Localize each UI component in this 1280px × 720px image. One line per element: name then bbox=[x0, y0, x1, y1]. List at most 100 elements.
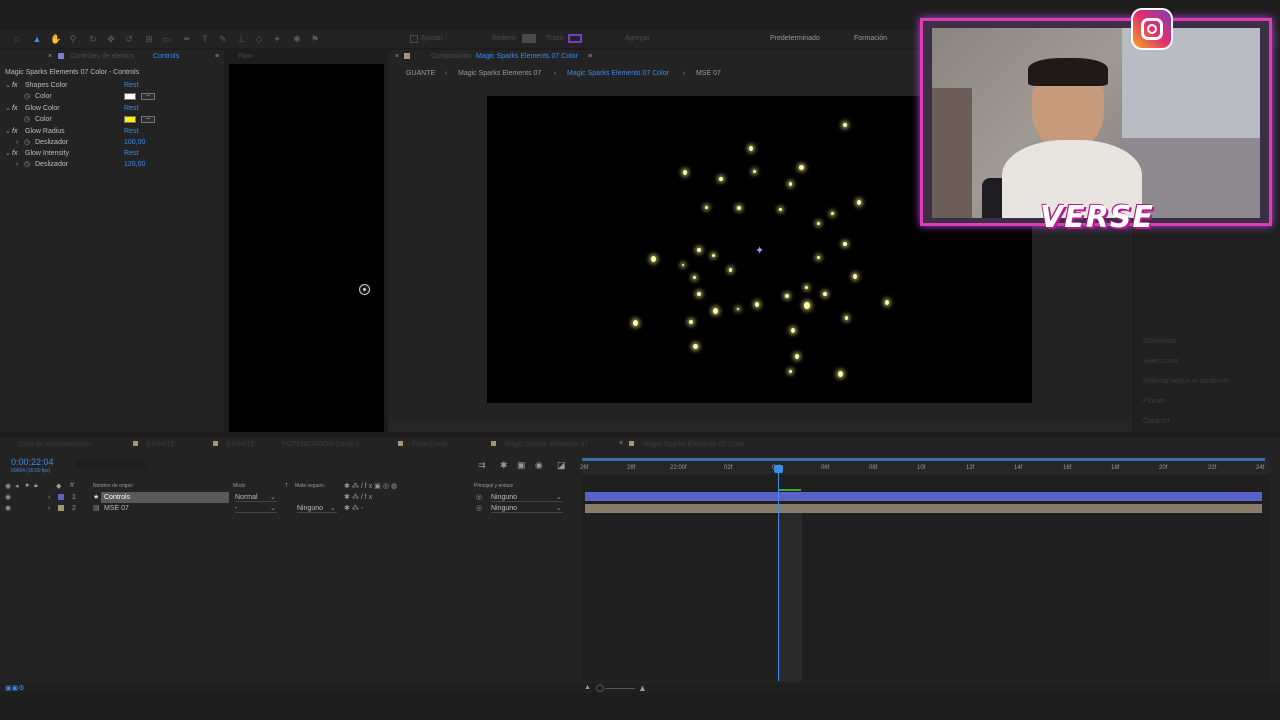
stopwatch-icon[interactable]: ◷ bbox=[24, 91, 30, 102]
timeline-tab[interactable]: Final Comp bbox=[412, 441, 448, 448]
reset-link[interactable]: Rest bbox=[124, 103, 138, 114]
puppet-tool-icon[interactable]: ✱ bbox=[292, 34, 302, 44]
character-panel-tab[interactable]: Carácter bbox=[1143, 418, 1170, 425]
camera-tool-icon[interactable]: ✥ bbox=[106, 34, 116, 44]
fill-swatch[interactable] bbox=[522, 34, 536, 43]
source-name-header[interactable]: Nombre de origen bbox=[93, 483, 133, 489]
label-tag-icon[interactable]: ◆ bbox=[56, 482, 61, 490]
pen-tool-icon[interactable]: ✒ bbox=[182, 34, 192, 44]
parent-dropdown[interactable]: Ninguno bbox=[491, 504, 563, 513]
expand-arrow-icon[interactable]: › bbox=[16, 137, 18, 148]
clone-tool-icon[interactable]: ⊥ bbox=[236, 34, 246, 44]
color-swatch-yellow[interactable] bbox=[124, 116, 136, 123]
disclosure-triangle-icon[interactable]: ⌄ bbox=[5, 80, 11, 91]
disclosure-triangle-icon[interactable]: ⌄ bbox=[5, 103, 11, 114]
timeline-tab[interactable]: POTENCIADOR Comp 1 bbox=[282, 441, 360, 448]
effect-row[interactable]: ⌄ fx Glow Color Rest bbox=[0, 103, 224, 114]
parent-dropdown[interactable]: Ninguno bbox=[491, 493, 563, 502]
solo-icon[interactable]: ● bbox=[25, 482, 29, 489]
pickwhip-icon[interactable]: ◎ bbox=[476, 503, 482, 514]
eraser-tool-icon[interactable]: ◇ bbox=[254, 34, 264, 44]
close-icon[interactable]: × bbox=[395, 53, 399, 60]
comp-panel-label[interactable]: Composición bbox=[431, 53, 471, 60]
expand-arrow-icon[interactable]: › bbox=[16, 159, 18, 170]
layer-label-color[interactable] bbox=[58, 505, 64, 511]
pan-behind-tool-icon[interactable]: ⊞ bbox=[144, 34, 154, 44]
playhead-line[interactable] bbox=[778, 468, 779, 681]
rotate-tool-icon[interactable]: ↻ bbox=[88, 34, 98, 44]
slider-value[interactable]: 100,00 bbox=[124, 137, 145, 148]
workspace-training-tab[interactable]: Formación bbox=[854, 35, 887, 42]
disclosure-triangle-icon[interactable]: ⌄ bbox=[5, 126, 11, 137]
fx-icon[interactable]: fx bbox=[12, 80, 17, 91]
stopwatch-icon[interactable]: ◷ bbox=[24, 159, 30, 170]
eyedropper-icon[interactable]: ⊸ bbox=[141, 116, 155, 123]
zoom-slider-track[interactable] bbox=[605, 688, 635, 689]
timeline-tab[interactable]: Magic Sparks Elements 07 bbox=[505, 441, 588, 448]
lock-icon[interactable]: 🔒︎ bbox=[34, 482, 38, 490]
paragraph-panel-tab[interactable]: Párrafo bbox=[1143, 398, 1166, 405]
audio-icon[interactable]: ◂ bbox=[15, 482, 19, 490]
color-swatch-white[interactable] bbox=[124, 93, 136, 100]
breadcrumb-item-active[interactable]: Magic Sparks Elements 07 Color bbox=[567, 70, 669, 77]
breadcrumb-item[interactable]: GUANTE bbox=[406, 70, 435, 77]
fx-icon[interactable]: fx bbox=[12, 148, 17, 159]
pickwhip-icon[interactable]: ◎ bbox=[476, 492, 482, 503]
current-time-display[interactable]: 0:00:22:04 bbox=[11, 457, 54, 467]
reset-link[interactable]: Rest bbox=[124, 126, 138, 137]
content-aware-fill-panel-tab[interactable]: Rellenar según el contenido bbox=[1143, 378, 1230, 385]
home-icon[interactable]: ⌂ bbox=[12, 34, 22, 44]
timeline-tab[interactable]: GUANTE bbox=[146, 441, 175, 448]
layer-switches[interactable]: ✱⁂/fx bbox=[344, 492, 374, 503]
roto-tool-icon[interactable]: ✦ bbox=[272, 34, 282, 44]
workspace-default-tab[interactable]: Predeterminado bbox=[770, 35, 820, 42]
zoom-tool-icon[interactable]: ⚲ bbox=[68, 34, 78, 44]
layer-switches[interactable]: ✱⁂- bbox=[344, 503, 365, 514]
eye-icon[interactable]: ◉ bbox=[5, 482, 11, 490]
layer-label-color[interactable] bbox=[58, 494, 64, 500]
anchor-point-icon[interactable]: ✦ bbox=[755, 244, 764, 257]
composition-mini-flowchart-icon[interactable]: ⇉ bbox=[478, 460, 486, 471]
mask-tool-icon[interactable]: ▭ bbox=[162, 34, 172, 44]
draft-3d-icon[interactable]: ✱ bbox=[500, 460, 508, 471]
panel-menu-icon[interactable]: ≡ bbox=[588, 53, 592, 60]
zoom-out-icon[interactable]: ▲ bbox=[584, 684, 591, 691]
pin-tool-icon[interactable]: ⚑ bbox=[310, 34, 320, 44]
layer-name[interactable]: Controls bbox=[101, 492, 229, 503]
flow-panel[interactable] bbox=[229, 64, 384, 432]
fx-panel-tab-active[interactable]: Controls bbox=[153, 53, 179, 60]
layer-row[interactable]: ◉ › 1 ★ Controls Normal ⌄ ✱⁂/fx ◎ Ningun… bbox=[0, 492, 578, 503]
status-toggle-icons[interactable]: ▣▣⚙ bbox=[5, 684, 25, 692]
close-icon[interactable]: × bbox=[48, 53, 52, 60]
mode-header[interactable]: Modo bbox=[233, 483, 246, 489]
reset-link[interactable]: Rest bbox=[124, 148, 138, 159]
graph-editor-icon[interactable]: ◪ bbox=[557, 460, 566, 471]
flow-panel-tab[interactable]: Flow bbox=[238, 53, 253, 60]
frame-blending-icon[interactable]: ◉ bbox=[535, 460, 543, 471]
shy-layers-icon[interactable]: ▣ bbox=[517, 460, 526, 471]
eye-icon[interactable]: ◉ bbox=[5, 492, 11, 503]
zoom-in-icon[interactable]: ▲ bbox=[638, 683, 647, 693]
fx-icon[interactable]: fx bbox=[12, 126, 17, 137]
select-panel-tab[interactable]: Seleccionar bbox=[1143, 358, 1180, 365]
layer-row[interactable]: ◉ › 2 ▤ MSE 07 - ⌄ Ninguno ⌄ ✱⁂- ◎ Ningu… bbox=[0, 503, 578, 514]
layer-name[interactable]: MSE 07 bbox=[104, 503, 129, 514]
breadcrumb-item[interactable]: MSE 07 bbox=[696, 70, 721, 77]
selection-tool-icon[interactable]: ▲ bbox=[32, 34, 42, 44]
timeline-tab[interactable]: GUANTE bbox=[226, 441, 255, 448]
switches-icons[interactable]: ✱⁂/fx▣◎◍ bbox=[344, 482, 399, 490]
libraries-panel-tab[interactable]: Bibliotecas bbox=[1143, 338, 1177, 345]
effect-row[interactable]: ⌄ fx Glow Radius Rest bbox=[0, 126, 224, 137]
effect-row[interactable]: ⌄ fx Glow Intensity Rest bbox=[0, 148, 224, 159]
fx-icon[interactable]: fx bbox=[12, 103, 17, 114]
layer-duration-bar[interactable] bbox=[585, 504, 1262, 513]
effect-row[interactable]: ⌄ fx Shapes Color Rest bbox=[0, 80, 224, 91]
expand-arrow-icon[interactable]: › bbox=[48, 503, 50, 514]
stopwatch-icon[interactable]: ◷ bbox=[24, 137, 30, 148]
timeline-tab-active[interactable]: Magic Sparks Elements 07 Color bbox=[643, 441, 745, 448]
type-tool-icon[interactable]: T bbox=[200, 34, 210, 44]
comp-name-tab[interactable]: Magic Sparks Elements 07 Color bbox=[476, 53, 578, 60]
layer-duration-bar[interactable] bbox=[585, 492, 1262, 501]
brush-tool-icon[interactable]: ✎ bbox=[218, 34, 228, 44]
fx-panel-tab-label[interactable]: Controles de efectos bbox=[70, 53, 134, 60]
